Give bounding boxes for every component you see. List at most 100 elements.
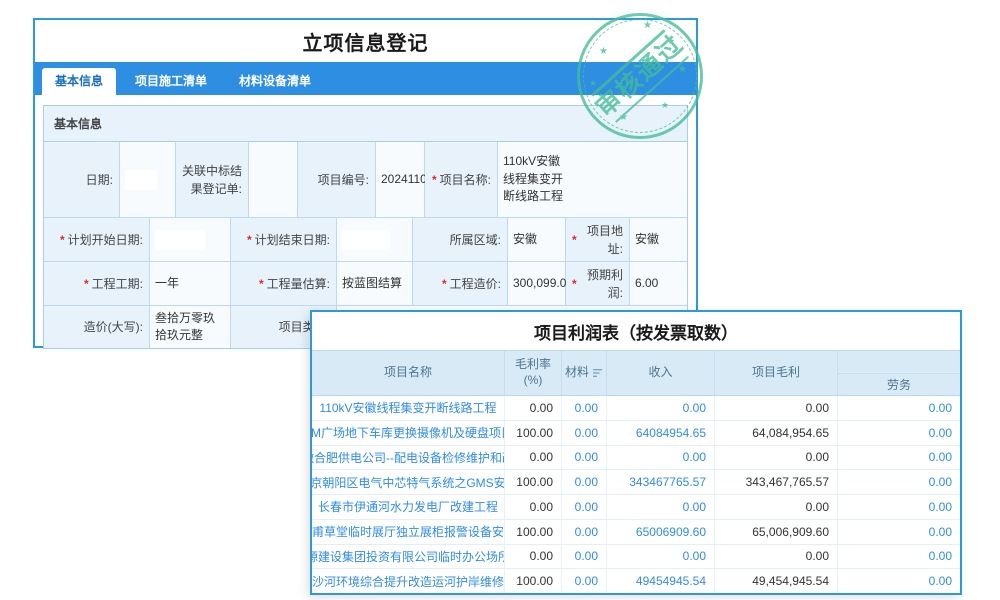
- cell-material[interactable]: 0.00: [562, 396, 607, 420]
- section-title: 基本信息: [44, 106, 687, 142]
- cell-labor[interactable]: 0.00: [838, 495, 960, 519]
- cell-labor[interactable]: 0.00: [838, 446, 960, 470]
- required-asterisk: *: [259, 275, 264, 293]
- page-title: 立项信息登记: [35, 20, 696, 62]
- project-link[interactable]: 北京朝阳区电气中芯特气系统之GMS安装: [312, 470, 505, 494]
- project-link[interactable]: 安徽合肥供电公司--配电设备检修维护和改造: [312, 446, 505, 470]
- cell-project-profit: 49,454,945.54: [715, 569, 838, 593]
- cell-gross-margin: 100.00: [505, 569, 562, 593]
- profit-table-row: 110kV安徽线程集变开断线路工程0.000.000.000.000.00: [312, 396, 960, 421]
- cell-income[interactable]: 64084954.65: [607, 421, 715, 445]
- cell-income[interactable]: 65006909.60: [607, 520, 715, 544]
- field-label: *工程造价:: [413, 262, 508, 306]
- profit-table-row: 成都能源建设集团投资有限公司临时办公场所装修改0.000.000.000.000…: [312, 545, 960, 570]
- required-asterisk: *: [432, 171, 437, 189]
- project-link[interactable]: 成都沙河环境综合提升改造运河护岸维修改造: [312, 569, 505, 593]
- column-income: 收入: [607, 351, 715, 395]
- sort-icon[interactable]: [593, 368, 603, 378]
- cell-income[interactable]: 0.00: [607, 495, 715, 519]
- cell-project-profit: 343,467,765.57: [715, 470, 838, 494]
- profit-table-row: 北京朝阳区电气中芯特气系统之GMS安装100.000.00343467765.5…: [312, 470, 960, 495]
- cell-project-profit: 0.00: [715, 396, 838, 420]
- field-value[interactable]: 300,099.00: [508, 262, 566, 306]
- column-material[interactable]: 材料: [562, 351, 607, 395]
- cell-material[interactable]: 0.00: [562, 446, 607, 470]
- field-value[interactable]: 一年: [150, 262, 231, 306]
- redacted-value: [342, 230, 389, 250]
- cell-income[interactable]: 0.00: [607, 446, 715, 470]
- cell-gross-margin: 0.00: [505, 396, 562, 420]
- field-label: *计划开始日期:: [44, 218, 150, 262]
- profit-table-title: 项目利润表（按发票取数）: [312, 312, 960, 350]
- field-value[interactable]: [120, 142, 176, 218]
- profit-table-row: 长春市伊通河水力发电厂改建工程0.000.000.000.000.00: [312, 495, 960, 520]
- profit-table-panel: 项目利润表（按发票取数） 项目名称 毛利率 (%) 材料 收入 项目毛利: [310, 310, 962, 595]
- field-value[interactable]: [337, 218, 413, 262]
- cell-material[interactable]: 0.00: [562, 421, 607, 445]
- profit-table: 项目名称 毛利率 (%) 材料 收入 项目毛利 劳务 110kV安徽线: [312, 350, 960, 593]
- field-label: *工程量估算:: [231, 262, 337, 306]
- profit-table-row: 成都沙河环境综合提升改造运河护岸维修改造100.000.0049454945.5…: [312, 569, 960, 593]
- field-label: *项目名称:: [425, 142, 498, 218]
- column-labor: 劳务: [838, 374, 960, 396]
- required-asterisk: *: [442, 275, 447, 293]
- tab-bar: 基本信息 项目施工清单 材料设备清单: [35, 62, 696, 95]
- project-registration-panel: 立项信息登记 基本信息 项目施工清单 材料设备清单 基本信息 日期:关联中标结果…: [33, 18, 698, 348]
- field-value[interactable]: 安徽: [508, 218, 566, 262]
- cell-project-profit: 0.00: [715, 495, 838, 519]
- required-asterisk: *: [60, 231, 65, 249]
- field-value[interactable]: 叁拾万零玖拾玖元整: [150, 306, 231, 348]
- cell-labor[interactable]: 0.00: [838, 520, 960, 544]
- cell-labor[interactable]: 0.00: [838, 470, 960, 494]
- field-label: *工程工期:: [44, 262, 150, 306]
- cell-income[interactable]: 49454945.54: [607, 569, 715, 593]
- project-link[interactable]: 长春市伊通河水力发电厂改建工程: [312, 495, 505, 519]
- field-value[interactable]: 按蓝图结算: [337, 262, 413, 306]
- field-label: *预期利润:: [566, 262, 630, 306]
- page: 立项信息登记 基本信息 项目施工清单 材料设备清单 基本信息 日期:关联中标结果…: [0, 0, 1000, 600]
- cell-labor[interactable]: 0.00: [838, 569, 960, 593]
- field-value[interactable]: [150, 218, 231, 262]
- cell-material[interactable]: 0.00: [562, 520, 607, 544]
- tab-basic-info[interactable]: 基本信息: [42, 68, 116, 95]
- cell-income[interactable]: 0.00: [607, 396, 715, 420]
- profit-table-row: 成都杜甫草堂临时展厅独立展柜报警设备安装项目100.000.0065006909…: [312, 520, 960, 545]
- cell-gross-margin: 0.00: [505, 495, 562, 519]
- required-asterisk: *: [572, 275, 577, 293]
- profit-table-body: 110kV安徽线程集变开断线路工程0.000.000.000.000.00SM广…: [312, 396, 960, 593]
- cell-labor[interactable]: 0.00: [838, 396, 960, 420]
- tab-material-equipment-list[interactable]: 材料设备清单: [226, 68, 324, 95]
- cell-labor[interactable]: 0.00: [838, 421, 960, 445]
- project-link[interactable]: SM广场地下车库更换摄像机及硬盘项目: [312, 421, 505, 445]
- cell-income[interactable]: 0.00: [607, 545, 715, 569]
- field-label: 项目编号:: [298, 142, 376, 218]
- required-asterisk: *: [247, 231, 252, 249]
- tab-construction-list[interactable]: 项目施工清单: [122, 68, 220, 95]
- cell-gross-margin: 0.00: [505, 446, 562, 470]
- field-value[interactable]: 安徽: [630, 218, 687, 262]
- required-asterisk: *: [572, 231, 577, 249]
- required-asterisk: *: [84, 275, 89, 293]
- field-value[interactable]: [249, 142, 298, 218]
- cell-income[interactable]: 343467765.57: [607, 470, 715, 494]
- column-gross-margin: 毛利率 (%): [505, 351, 562, 395]
- cell-material[interactable]: 0.00: [562, 470, 607, 494]
- project-link[interactable]: 110kV安徽线程集变开断线路工程: [312, 396, 505, 420]
- cell-gross-margin: 100.00: [505, 470, 562, 494]
- project-link[interactable]: 成都杜甫草堂临时展厅独立展柜报警设备安装项目: [312, 520, 505, 544]
- field-label: 造价(大写):: [44, 306, 150, 348]
- redacted-value: [155, 230, 205, 250]
- column-labor-blank: [838, 351, 960, 374]
- project-link[interactable]: 成都能源建设集团投资有限公司临时办公场所装修改: [312, 545, 505, 569]
- column-project-profit: 项目毛利: [715, 351, 838, 395]
- cell-material[interactable]: 0.00: [562, 545, 607, 569]
- field-value[interactable]: 6.00: [630, 262, 687, 306]
- redacted-value: [125, 170, 157, 190]
- cell-material[interactable]: 0.00: [562, 495, 607, 519]
- cell-material[interactable]: 0.00: [562, 569, 607, 593]
- profit-table-row: 安徽合肥供电公司--配电设备检修维护和改造0.000.000.000.000.0…: [312, 446, 960, 471]
- cell-labor[interactable]: 0.00: [838, 545, 960, 569]
- field-label: *计划结束日期:: [231, 218, 337, 262]
- field-value[interactable]: 2024110002: [376, 142, 425, 218]
- field-value[interactable]: 110kV安徽线程集变开断线路工程: [498, 142, 687, 218]
